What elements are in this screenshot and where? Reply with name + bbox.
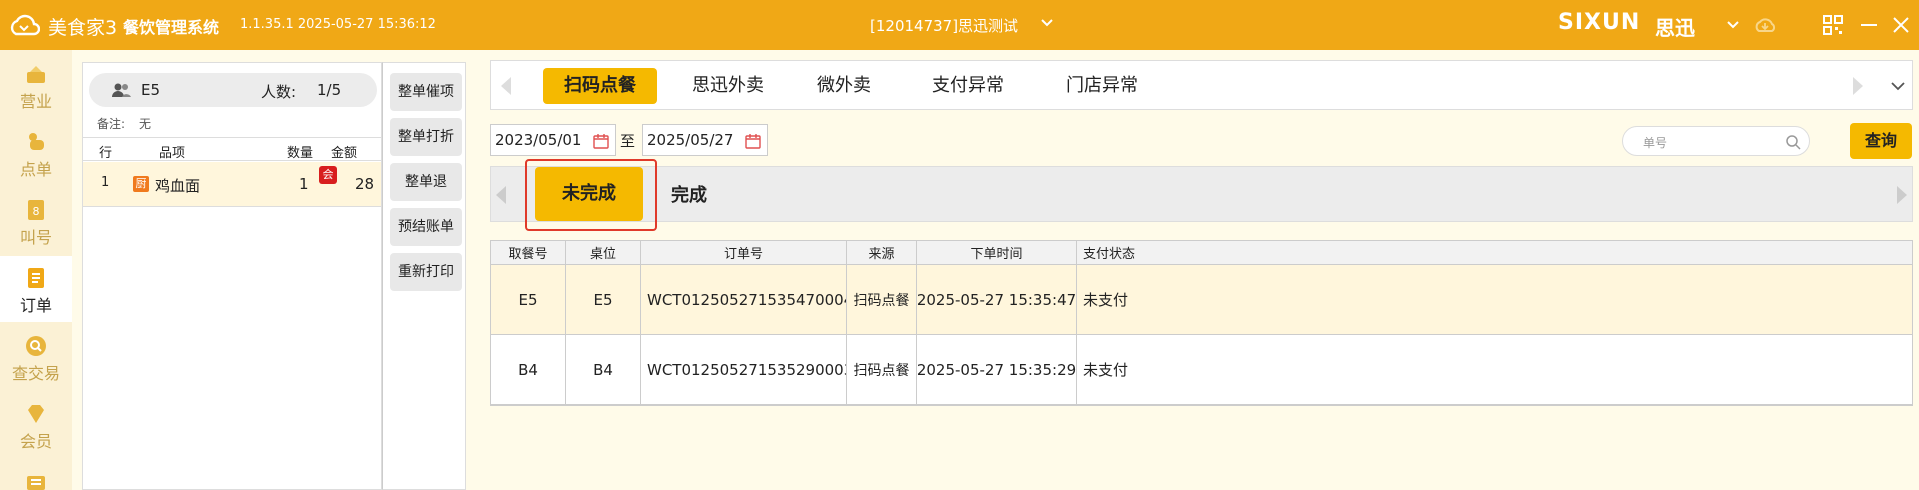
nav-item-transactions[interactable]: 查交易 (0, 324, 72, 390)
svg-text:8: 8 (33, 205, 40, 218)
left-nav: 营业 点单 8 叫号 订单 查交易 会员 (0, 50, 72, 490)
item-table-header: 行 品项 数量 金额 (83, 137, 381, 161)
chevron-down-icon[interactable] (1889, 77, 1907, 95)
table-name: E5 (141, 81, 161, 99)
start-date-input[interactable]: 2023/05/01 (490, 124, 616, 156)
chevron-right-icon[interactable] (1896, 185, 1908, 205)
chevron-down-icon[interactable] (1726, 14, 1740, 36)
discount-all-button[interactable]: 整单打折 (390, 118, 462, 156)
chef-icon: 厨 (133, 176, 149, 192)
number-icon: 8 (28, 200, 44, 220)
main-area: 扫码点餐 思迅外卖 微外卖 支付异常 门店异常 2023/05/01 至 202… (478, 50, 1919, 490)
item-name: 鸡血面 (155, 177, 201, 195)
tab-payment-exception[interactable]: 支付异常 (911, 68, 1025, 104)
order-table: 取餐号 桌位 订单号 来源 下单时间 支付状态 E5 E5 WCT0125052… (490, 240, 1913, 406)
close-icon[interactable] (1890, 14, 1912, 36)
hand-icon (29, 133, 44, 150)
system-name: 餐饮管理系统 (123, 18, 220, 37)
order-detail-panel: E5 人数: 1/5 备注: 无 行 品项 数量 金额 1 厨 鸡血面 1 会 … (82, 62, 382, 490)
member-price-icon: 会 (319, 166, 337, 184)
table-row[interactable]: E5 E5 WCT012505271535470004 扫码点餐 2025-05… (491, 265, 1912, 335)
store-selector[interactable]: [12014737]思迅测试 (870, 15, 1018, 36)
status-done-button[interactable]: 完成 (671, 181, 707, 207)
item-qty: 1 (299, 175, 309, 193)
item-line: 1 (101, 175, 110, 190)
item-amount: 28 (355, 175, 375, 193)
diamond-icon (28, 405, 44, 423)
table-row[interactable]: B4 B4 WCT012505271535290003 扫码点餐 2025-05… (491, 335, 1912, 405)
list-icon (28, 268, 44, 288)
qr-code-icon[interactable] (1822, 14, 1844, 36)
tab-sixun-delivery[interactable]: 思迅外卖 (671, 68, 785, 104)
chevron-down-icon[interactable] (1040, 16, 1054, 30)
order-table-header: 取餐号 桌位 订单号 来源 下单时间 支付状态 (491, 241, 1912, 265)
brand-logo-cn: 思迅 (1655, 16, 1695, 40)
item-row[interactable]: 1 厨 鸡血面 1 会 28 (83, 162, 381, 206)
search-coin-icon (26, 336, 46, 356)
nav-item-members[interactable]: 会员 (0, 392, 72, 458)
status-pending-button[interactable]: 未完成 (535, 167, 643, 221)
chevron-right-icon[interactable] (1851, 75, 1865, 97)
calendar-icon[interactable] (745, 133, 761, 149)
version-text: 1.1.35.1 2025-05-27 15:36:12 (240, 17, 436, 32)
order-number-search[interactable]: 单号 (1622, 126, 1810, 156)
nav-item-orders[interactable]: 订单 (0, 256, 72, 322)
title-bar: 美食家3 餐饮管理系统 1.1.35.1 2025-05-27 15:36:12… (0, 0, 1919, 50)
pre-bill-button[interactable]: 预结账单 (390, 208, 462, 246)
minimize-icon[interactable] (1858, 14, 1880, 36)
remark-value: 无 (139, 117, 152, 131)
table-info: E5 人数: 1/5 (89, 73, 377, 107)
tab-store-exception[interactable]: 门店异常 (1045, 68, 1159, 104)
divider (83, 206, 381, 207)
urge-all-button[interactable]: 整单催项 (390, 73, 462, 111)
people-icon (112, 83, 131, 97)
brand-logo: SIXUN (1558, 10, 1641, 35)
nav-item-call-number[interactable]: 8 叫号 (0, 188, 72, 254)
nav-item-business[interactable]: 营业 (0, 52, 72, 118)
end-date-input[interactable]: 2025/05/27 (642, 124, 768, 156)
chevron-left-icon[interactable] (495, 185, 507, 205)
menu-icon[interactable] (24, 474, 48, 490)
query-button[interactable]: 查询 (1850, 123, 1912, 159)
cloud-download-icon[interactable] (1754, 14, 1776, 36)
date-separator: 至 (620, 132, 636, 150)
order-actions: 整单催项 整单打折 整单退 预结账单 重新打印 (382, 62, 466, 490)
tab-scan-order[interactable]: 扫码点餐 (543, 68, 657, 104)
channel-tabs: 扫码点餐 思迅外卖 微外卖 支付异常 门店异常 (490, 60, 1913, 110)
cake-icon (27, 66, 45, 83)
tab-wechat-delivery[interactable]: 微外卖 (799, 68, 889, 104)
nav-item-order-dish[interactable]: 点单 (0, 120, 72, 186)
calendar-icon[interactable] (593, 133, 609, 149)
people-label: 人数: (261, 83, 297, 101)
cloud-logo-icon (10, 14, 40, 36)
search-icon[interactable] (1785, 134, 1801, 150)
app-name: 美食家3 (48, 17, 118, 39)
chevron-left-icon[interactable] (499, 75, 513, 97)
status-tabs: 未完成 完成 (490, 159, 1913, 231)
refund-all-button[interactable]: 整单退 (390, 163, 462, 201)
reprint-button[interactable]: 重新打印 (390, 253, 462, 291)
people-count: 1/5 (317, 81, 342, 99)
remark-label: 备注: (97, 117, 126, 131)
